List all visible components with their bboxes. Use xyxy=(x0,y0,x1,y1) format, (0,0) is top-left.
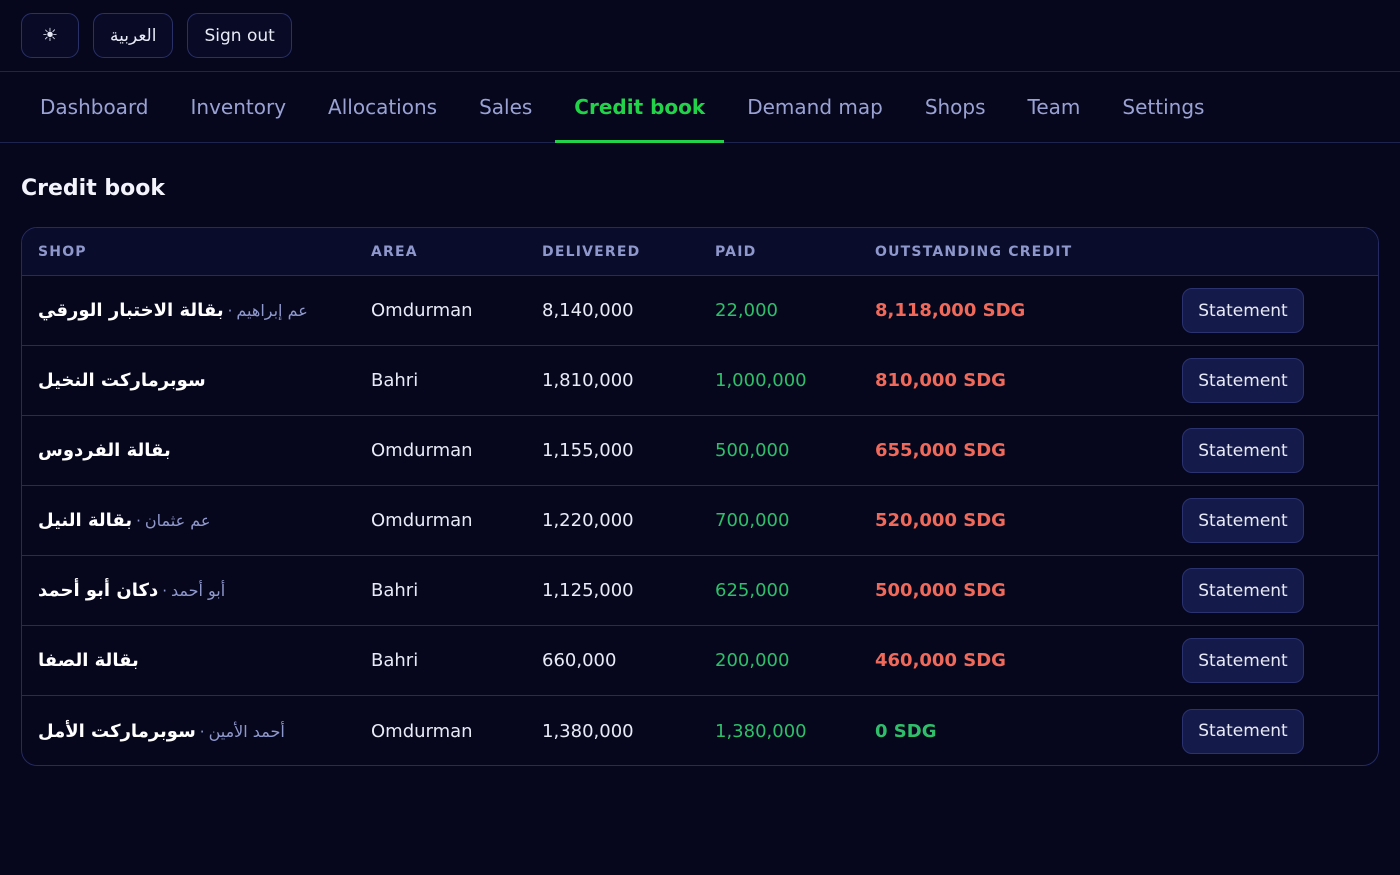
table-header: SHOP AREA DELIVERED PAID OUTSTANDING CRE… xyxy=(22,228,1378,276)
paid-cell: 1,380,000 xyxy=(715,720,807,742)
tab-sales[interactable]: Sales xyxy=(460,72,551,142)
header-area: AREA xyxy=(371,243,418,260)
header-shop: SHOP xyxy=(38,243,87,260)
area-cell: Omdurman xyxy=(371,510,473,531)
outstanding-cell: 655,000 SDG xyxy=(875,440,1006,461)
tab-credit-book[interactable]: Credit book xyxy=(555,72,725,143)
delivered-cell: 1,380,000 xyxy=(542,720,634,742)
shop-name: بقالة الاختبار الورقي xyxy=(38,300,224,321)
actions-cell: Statement xyxy=(1182,498,1378,543)
paid-cell: 625,000 xyxy=(715,580,790,601)
actions-cell: Statement xyxy=(1182,638,1378,683)
shop-name: سوبرماركت النخيل xyxy=(38,370,206,391)
area-cell: Bahri xyxy=(371,370,419,391)
separator: · xyxy=(162,582,167,600)
outstanding-cell: 0 SDG xyxy=(875,720,937,742)
separator: · xyxy=(136,512,141,530)
table-row: عم إبراهيم·بقالة الاختبار الورقي Omdurman… xyxy=(22,276,1378,346)
shop-cell: أحمد الأمين·سوبرماركت الأمل xyxy=(22,721,371,742)
tab-shops[interactable]: Shops xyxy=(906,72,1005,142)
statement-button[interactable]: Statement xyxy=(1182,428,1304,473)
outstanding-cell: 8,118,000 SDG xyxy=(875,300,1026,321)
shop-cell: عم عثمان·بقالة النيل xyxy=(22,510,371,531)
shop-owner: أحمد الأمين xyxy=(208,721,285,741)
shop-name: سوبرماركت الأمل xyxy=(38,720,196,742)
actions-cell: Statement xyxy=(1182,358,1378,403)
paid-cell: 200,000 xyxy=(715,650,790,671)
tab-dashboard[interactable]: Dashboard xyxy=(21,72,168,142)
shop-cell: بقالة الصفا xyxy=(22,650,371,671)
paid-cell: 22,000 xyxy=(715,300,778,321)
area-cell: Bahri xyxy=(371,580,419,601)
actions-cell: Statement xyxy=(1182,428,1378,473)
theme-toggle-button[interactable]: ☀ xyxy=(21,13,79,58)
shop-owner: عم عثمان xyxy=(144,511,211,530)
area-cell: Omdurman xyxy=(371,440,473,461)
statement-button[interactable]: Statement xyxy=(1182,568,1304,613)
table-row: أبو أحمد·دكان أبو أحمد Bahri 1,125,000 625,… xyxy=(22,556,1378,626)
shop-owner: عم إبراهيم xyxy=(236,301,308,320)
paid-cell: 700,000 xyxy=(715,510,790,531)
sign-out-button[interactable]: Sign out xyxy=(187,13,292,58)
outstanding-cell: 460,000 SDG xyxy=(875,650,1006,671)
shop-cell: عم إبراهيم·بقالة الاختبار الورقي xyxy=(22,300,371,321)
shop-name: بقالة الفردوس xyxy=(38,440,171,461)
shop-name: بقالة النيل xyxy=(38,510,133,531)
shop-name: دكان أبو أحمد xyxy=(38,580,159,601)
header-paid: PAID xyxy=(715,243,757,260)
delivered-cell: 1,155,000 xyxy=(542,440,634,461)
shop-cell: سوبرماركت النخيل xyxy=(22,370,371,391)
top-bar: ☀ العربية Sign out xyxy=(0,0,1400,72)
area-cell: Omdurman xyxy=(371,300,473,321)
page-title: Credit book xyxy=(21,176,165,201)
statement-button[interactable]: Statement xyxy=(1182,708,1304,754)
separator: · xyxy=(227,302,233,320)
delivered-cell: 1,810,000 xyxy=(542,370,634,391)
outstanding-cell: 520,000 SDG xyxy=(875,510,1006,531)
table-row: بقالة الصفا Bahri 660,000 200,000 460,000 SD… xyxy=(22,626,1378,696)
outstanding-cell: 500,000 SDG xyxy=(875,580,1006,601)
actions-cell: Statement xyxy=(1182,568,1378,613)
separator: · xyxy=(199,722,205,741)
shop-owner: أبو أحمد xyxy=(170,581,226,600)
shop-cell: أبو أحمد·دكان أبو أحمد xyxy=(22,580,371,601)
language-button[interactable]: العربية xyxy=(93,13,174,58)
shop-cell: بقالة الفردوس xyxy=(22,440,371,461)
header-outstanding: OUTSTANDING CREDIT xyxy=(875,243,1073,260)
main-nav: Dashboard Inventory Allocations Sales Credit… xyxy=(0,72,1400,143)
table-row: أحمد الأمين·سوبرماركت الأمل Omdurman 1,380… xyxy=(22,696,1378,765)
shop-name: بقالة الصفا xyxy=(38,650,139,671)
statement-button[interactable]: Statement xyxy=(1182,498,1304,543)
area-cell: Bahri xyxy=(371,650,419,671)
outstanding-cell: 810,000 SDG xyxy=(875,370,1006,391)
actions-cell: Statement xyxy=(1182,288,1378,333)
table-row: سوبرماركت النخيل Bahri 1,810,000 1,000,000 8… xyxy=(22,346,1378,416)
tab-inventory[interactable]: Inventory xyxy=(172,72,306,142)
delivered-cell: 1,220,000 xyxy=(542,510,634,531)
sun-icon: ☀ xyxy=(41,25,59,46)
table-row: بقالة الفردوس Omdurman 1,155,000 500,000 655… xyxy=(22,416,1378,486)
tab-demand-map[interactable]: Demand map xyxy=(728,72,902,142)
header-delivered: DELIVERED xyxy=(542,243,641,260)
paid-cell: 1,000,000 xyxy=(715,370,807,391)
statement-button[interactable]: Statement xyxy=(1182,358,1304,403)
delivered-cell: 8,140,000 xyxy=(542,300,634,321)
delivered-cell: 660,000 xyxy=(542,650,617,671)
tab-settings[interactable]: Settings xyxy=(1103,72,1223,142)
tab-allocations[interactable]: Allocations xyxy=(309,72,456,142)
delivered-cell: 1,125,000 xyxy=(542,580,634,601)
table-row: عم عثمان·بقالة النيل Omdurman 1,220,000 700… xyxy=(22,486,1378,556)
table-body: عم إبراهيم·بقالة الاختبار الورقي Omdurman… xyxy=(22,276,1378,765)
area-cell: Omdurman xyxy=(371,720,473,742)
paid-cell: 500,000 xyxy=(715,440,790,461)
statement-button[interactable]: Statement xyxy=(1182,288,1304,333)
actions-cell: Statement xyxy=(1182,708,1378,754)
statement-button[interactable]: Statement xyxy=(1182,638,1304,683)
credit-table: SHOP AREA DELIVERED PAID OUTSTANDING CRE… xyxy=(21,227,1379,766)
tab-team[interactable]: Team xyxy=(1009,72,1100,142)
